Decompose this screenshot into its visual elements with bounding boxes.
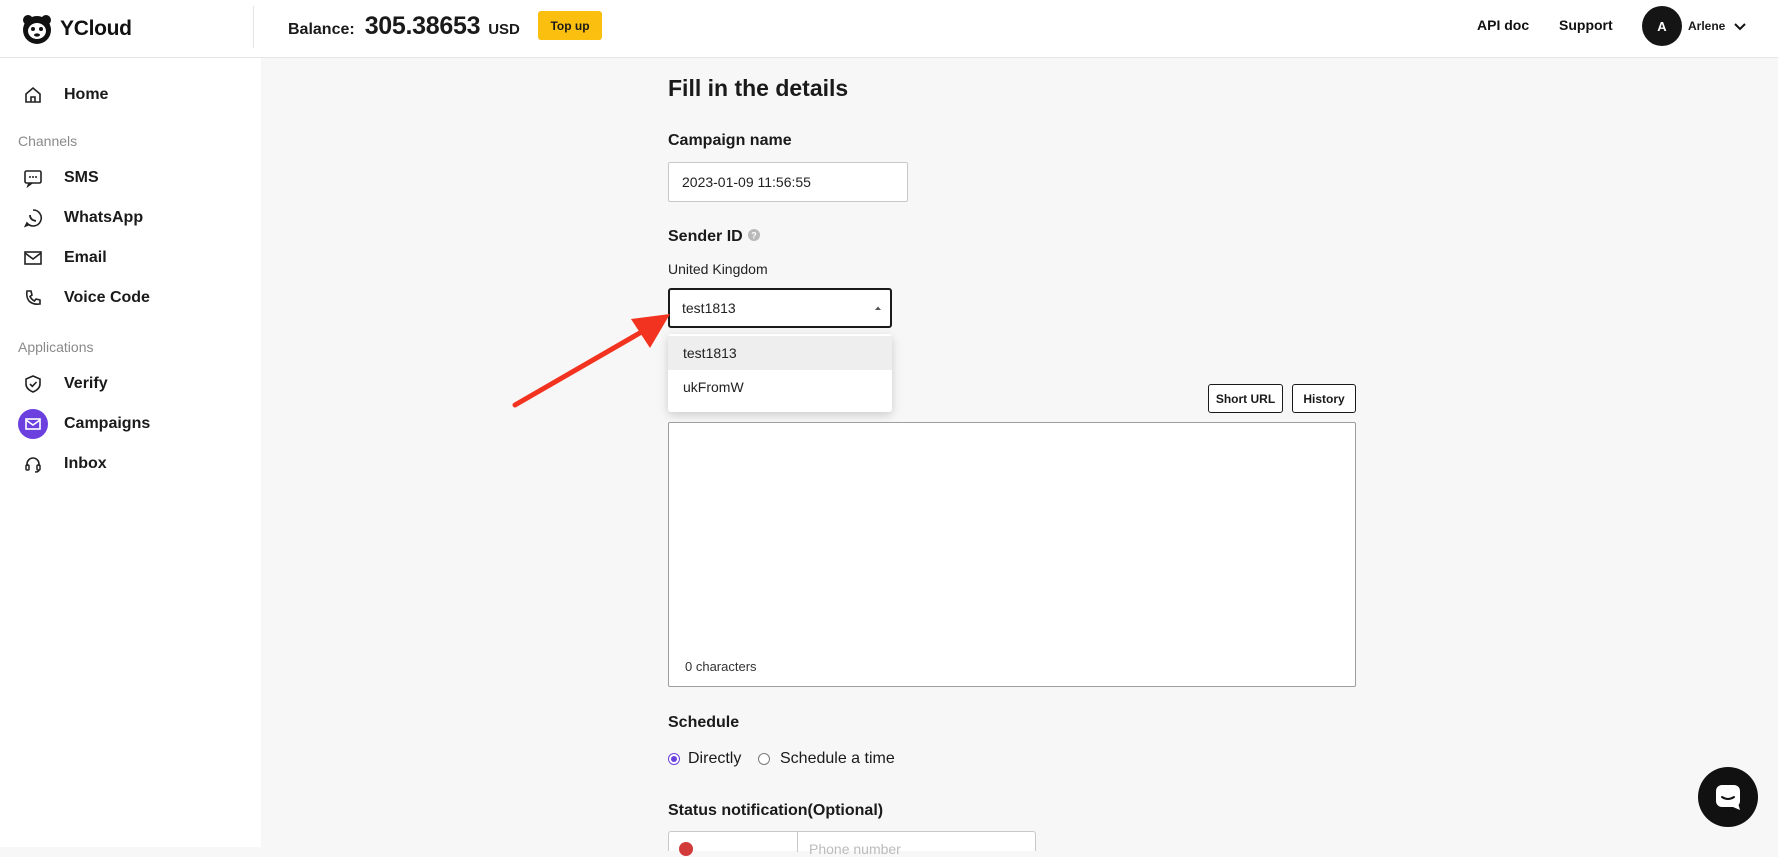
balance-currency: USD	[488, 21, 520, 38]
sidebar: Home Channels SMS WhatsApp Email Voice C…	[0, 58, 261, 847]
campaign-name-label: Campaign name	[668, 132, 792, 149]
top-bar: YCloud Balance: 305.38653 USD Top up API…	[0, 0, 1778, 58]
annotation-arrow-icon	[512, 314, 670, 408]
avatar[interactable]: A	[1642, 6, 1682, 46]
ycloud-logo-icon	[23, 15, 51, 44]
sidebar-item-label: Campaigns	[64, 415, 151, 432]
sms-icon	[18, 163, 48, 193]
schedule-label: Schedule	[668, 714, 740, 731]
balance-amount: 305.38653	[364, 12, 481, 40]
sidebar-item-label: SMS	[64, 169, 99, 186]
flag-icon[interactable]	[679, 842, 693, 856]
sender-id-selected-value: test1813	[682, 300, 736, 316]
campaign-name-input[interactable]: 2023-01-09 11:56:55	[668, 162, 908, 202]
status-notification-label: Status notification(Optional)	[668, 802, 884, 819]
chat-support-button[interactable]	[1698, 767, 1758, 827]
balance: Balance: 305.38653 USD	[288, 12, 520, 41]
user-name[interactable]: Arlene	[1688, 19, 1725, 33]
page-title: Fill in the details	[668, 75, 849, 101]
sidebar-item-label: Verify	[64, 375, 108, 392]
schedule-time-label: Schedule a time	[780, 750, 895, 767]
phone-number-input[interactable]: Phone number	[809, 841, 901, 857]
caret-up-icon	[875, 306, 881, 310]
schedule-directly-label: Directly	[688, 750, 742, 767]
schedule-directly-option[interactable]: Directly	[668, 750, 741, 768]
sidebar-item-label: Home	[64, 86, 109, 103]
history-button[interactable]: History	[1292, 384, 1356, 413]
shield-icon	[18, 369, 48, 399]
sidebar-item-campaigns[interactable]: Campaigns	[18, 407, 150, 441]
help-icon[interactable]: ?	[747, 228, 761, 242]
sender-id-select[interactable]: test1813	[668, 288, 892, 328]
home-icon	[18, 80, 48, 110]
radio-schedule-time[interactable]	[758, 753, 770, 765]
balance-label: Balance:	[288, 21, 355, 38]
top-up-button[interactable]: Top up	[538, 11, 602, 40]
support-link[interactable]: Support	[1559, 17, 1613, 33]
whatsapp-icon	[18, 203, 48, 233]
message-textarea[interactable]	[668, 422, 1356, 687]
sidebar-item-label: Voice Code	[64, 289, 150, 306]
chevron-down-icon[interactable]	[1733, 19, 1747, 33]
sidebar-item-whatsapp[interactable]: WhatsApp	[18, 201, 143, 235]
sidebar-item-label: WhatsApp	[64, 209, 144, 226]
country-label: United Kingdom	[668, 261, 768, 277]
sender-id-dropdown: test1813 ukFromW	[668, 334, 892, 412]
sidebar-item-inbox[interactable]: Inbox	[18, 447, 107, 481]
divider	[797, 832, 798, 852]
api-doc-link[interactable]: API doc	[1477, 17, 1529, 33]
svg-text:?: ?	[751, 231, 757, 241]
sidebar-item-label: Inbox	[64, 455, 107, 472]
sidebar-item-email[interactable]: Email	[18, 241, 107, 275]
chat-icon	[1716, 785, 1740, 810]
dropdown-option[interactable]: ukFromW	[668, 370, 892, 404]
email-icon	[18, 243, 48, 273]
character-count: 0 characters	[685, 659, 757, 674]
sidebar-item-sms[interactable]: SMS	[18, 161, 99, 195]
schedule-time-option[interactable]: Schedule a time	[758, 750, 895, 768]
sidebar-item-verify[interactable]: Verify	[18, 367, 108, 401]
logo[interactable]: YCloud	[20, 12, 132, 46]
radio-directly[interactable]	[668, 753, 680, 765]
campaigns-icon	[18, 409, 48, 439]
sidebar-item-home[interactable]: Home	[18, 78, 108, 112]
sidebar-item-label: Email	[64, 249, 107, 266]
short-url-button[interactable]: Short URL	[1208, 384, 1283, 413]
divider	[253, 6, 254, 48]
headset-icon	[18, 449, 48, 479]
brand-name: YCloud	[60, 17, 132, 40]
phone-icon	[18, 283, 48, 313]
dropdown-option[interactable]: test1813	[668, 336, 892, 370]
channels-section-title: Channels	[18, 133, 78, 149]
applications-section-title: Applications	[18, 339, 94, 355]
sender-id-label: Sender ID	[668, 228, 743, 245]
phone-input-group[interactable]: Phone number	[668, 831, 1036, 857]
sidebar-item-voice-code[interactable]: Voice Code	[18, 281, 150, 315]
